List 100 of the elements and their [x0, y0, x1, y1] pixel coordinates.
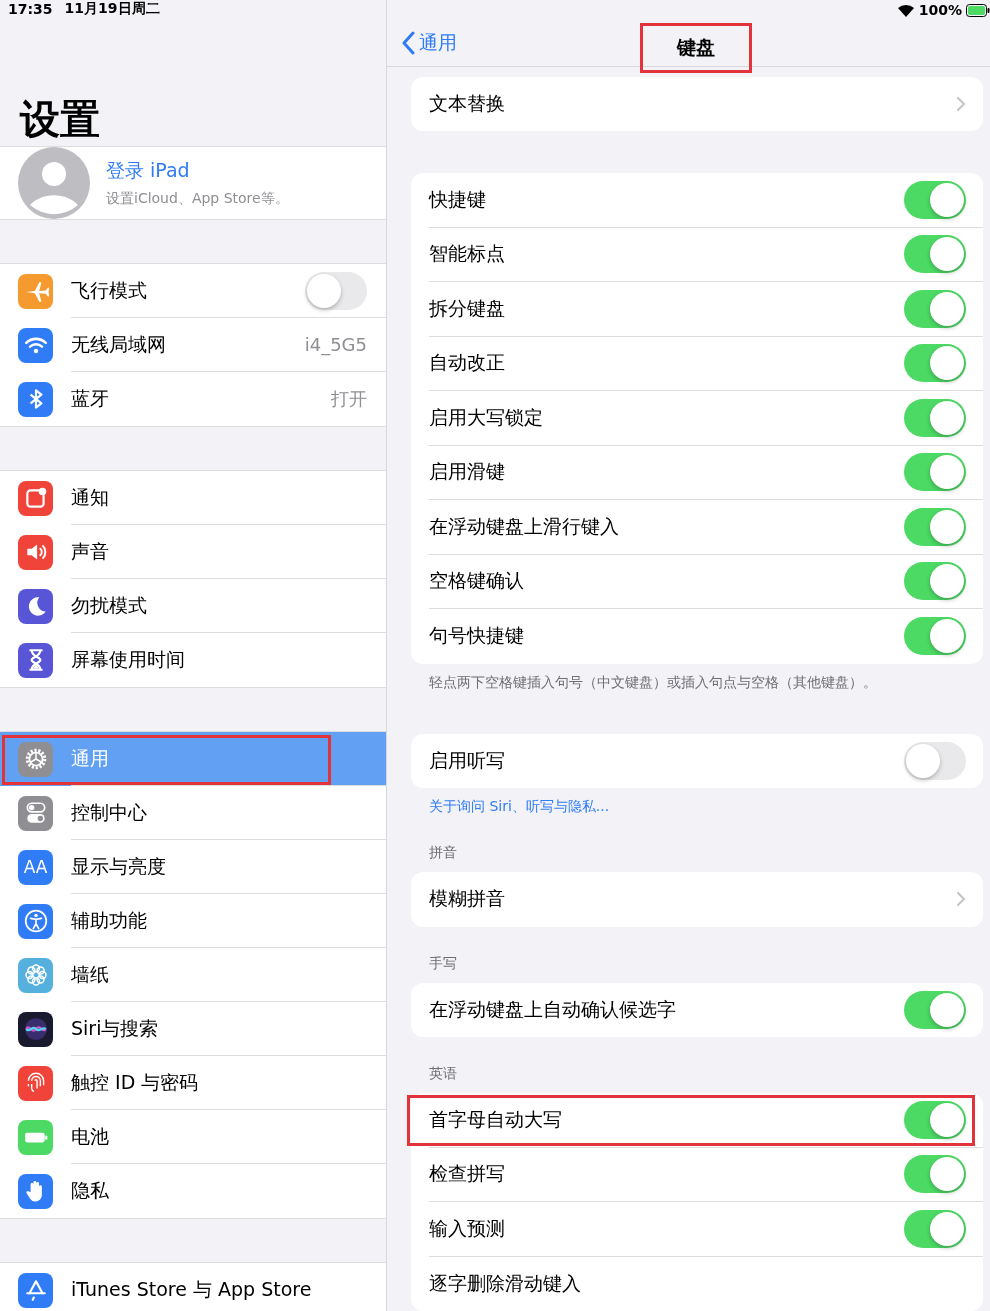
setting-label: 检查拼写 — [429, 1161, 506, 1187]
setting-label: 快捷键 — [429, 186, 487, 212]
item-label: Siri与搜索 — [71, 1015, 160, 1041]
display-icon: AA — [18, 849, 53, 885]
toggle-switch[interactable] — [904, 1209, 966, 1248]
item-label: 勿扰模式 — [71, 592, 148, 618]
footer-note: 轻点两下空格键插入句号（中文键盘）或插入句点与空格（其他键盘）。 — [429, 673, 877, 690]
toggle-switch[interactable] — [904, 398, 966, 437]
item-label: iTunes Store 与 App Store — [71, 1277, 313, 1302]
sidebar-item[interactable]: 蓝牙 打开 — [0, 372, 386, 426]
flower-icon — [18, 957, 53, 993]
setting-label: 模糊拼音 — [429, 886, 506, 912]
setting-label: 智能标点 — [429, 241, 506, 267]
app-store-icon — [18, 1272, 53, 1308]
setting-label: 句号快捷键 — [429, 623, 525, 649]
profile-row[interactable]: 登录 iPad 设置iCloud、App Store等。 — [0, 146, 386, 220]
setting-label: 输入预测 — [429, 1215, 506, 1241]
sidebar-item[interactable]: AA 显示与亮度 — [0, 840, 386, 894]
setting-label: 在浮动键盘上滑行键入 — [429, 513, 620, 539]
sidebar-item[interactable]: 屏幕使用时间 — [0, 633, 386, 687]
privacy-link[interactable]: 关于询问 Siri、听写与隐私... — [429, 798, 610, 814]
toggle-switch[interactable] — [904, 741, 966, 780]
back-button[interactable]: 通用 — [401, 29, 457, 56]
toggle-switch[interactable] — [904, 235, 966, 274]
toggle-switch[interactable] — [904, 180, 966, 219]
battery-icon — [18, 1119, 53, 1155]
toggle-switch[interactable] — [904, 453, 966, 492]
sign-in-link[interactable]: 登录 iPad — [106, 158, 289, 184]
sidebar-item[interactable]: 触控 ID 与密码 — [0, 1056, 386, 1110]
item-label: 无线局域网 — [71, 331, 167, 357]
sidebar-item[interactable]: 墙纸 — [0, 948, 386, 1002]
toggle-switch[interactable] — [904, 507, 966, 546]
item-label: 显示与亮度 — [71, 853, 167, 879]
wifi-icon — [896, 3, 915, 17]
toggle-switch[interactable] — [904, 562, 966, 601]
setting-label: 空格键确认 — [429, 568, 525, 594]
item-label: 声音 — [71, 538, 110, 564]
item-label: 电池 — [71, 1123, 110, 1149]
toggle-switch[interactable] — [904, 617, 966, 656]
section-header: 拼音 — [428, 844, 458, 862]
toggle-switch[interactable] — [904, 1100, 966, 1139]
item-label: 隐私 — [71, 1178, 110, 1203]
item-label: 触控 ID 与密码 — [71, 1069, 200, 1095]
toggle-switch[interactable] — [305, 271, 367, 310]
sidebar-item[interactable]: Siri与搜索 — [0, 1002, 386, 1056]
setting-label: 在浮动键盘上自动确认候选字 — [429, 996, 677, 1022]
status-date: 11月19日周二 — [64, 0, 160, 18]
setting-label: 启用滑键 — [429, 459, 506, 485]
back-chevron-icon — [401, 30, 415, 55]
item-label: 飞行模式 — [71, 277, 148, 303]
chevron-icon — [956, 95, 966, 112]
fingerprint-icon — [18, 1065, 53, 1101]
battery-percent: 100% — [918, 2, 962, 18]
item-value: 打开 — [331, 387, 367, 411]
sidebar-item[interactable]: 无线局域网 i4_5G5 — [0, 318, 386, 372]
setting-label: 逐字删除滑动键入 — [429, 1270, 582, 1296]
switches-icon — [18, 795, 53, 831]
toggle-switch[interactable] — [904, 289, 966, 328]
battery-icon — [966, 3, 990, 17]
toggle-switch[interactable] — [904, 344, 966, 383]
sidebar-item[interactable]: 声音 — [0, 525, 386, 579]
sidebar-item[interactable]: iTunes Store 与 App Store — [0, 1263, 386, 1311]
item-label: 控制中心 — [71, 799, 148, 825]
hand-icon — [18, 1173, 53, 1209]
section-header: 英语 — [428, 1065, 458, 1083]
avatar-icon — [18, 147, 90, 219]
profile-subtitle: 设置iCloud、App Store等。 — [106, 190, 289, 208]
airplane-icon — [18, 273, 53, 309]
setting-label: 自动改正 — [429, 350, 506, 376]
chevron-icon — [956, 891, 966, 908]
setting-label: 拆分键盘 — [429, 295, 506, 321]
item-value: i4_5G5 — [304, 334, 367, 355]
sidebar-item[interactable]: 飞行模式 — [0, 264, 386, 318]
hourglass-icon — [18, 642, 53, 678]
item-label: 蓝牙 — [71, 386, 110, 411]
item-label: 通知 — [71, 484, 110, 510]
section-header: 手写 — [428, 954, 458, 973]
bluetooth-icon — [18, 381, 53, 417]
item-label: 墙纸 — [71, 961, 110, 987]
setting-label: 文本替换 — [429, 90, 506, 116]
sidebar-item[interactable]: 电池 — [0, 1110, 386, 1164]
speaker-icon — [18, 534, 53, 570]
sidebar-item[interactable]: 通知 — [0, 471, 386, 525]
sidebar-item[interactable]: 勿扰模式 — [0, 579, 386, 633]
page-title: 设置 — [18, 95, 101, 144]
setting-label: 首字母自动大写 — [429, 1106, 563, 1132]
sidebar-item[interactable]: 隐私 — [0, 1164, 386, 1218]
sidebar-item[interactable]: 辅助功能 — [0, 894, 386, 948]
notification-icon — [18, 480, 53, 516]
item-label: 通用 — [71, 745, 110, 771]
toggle-switch[interactable] — [904, 1155, 966, 1194]
siri-icon — [18, 1011, 53, 1047]
toggle-switch[interactable] — [904, 990, 966, 1029]
gear-icon — [18, 741, 53, 777]
status-time: 17:35 — [8, 1, 53, 17]
sidebar-item[interactable]: 控制中心 — [0, 786, 386, 840]
moon-icon — [18, 588, 53, 624]
accessibility-icon — [18, 903, 53, 939]
item-label: 屏幕使用时间 — [71, 647, 186, 672]
wifi-icon — [18, 327, 53, 363]
